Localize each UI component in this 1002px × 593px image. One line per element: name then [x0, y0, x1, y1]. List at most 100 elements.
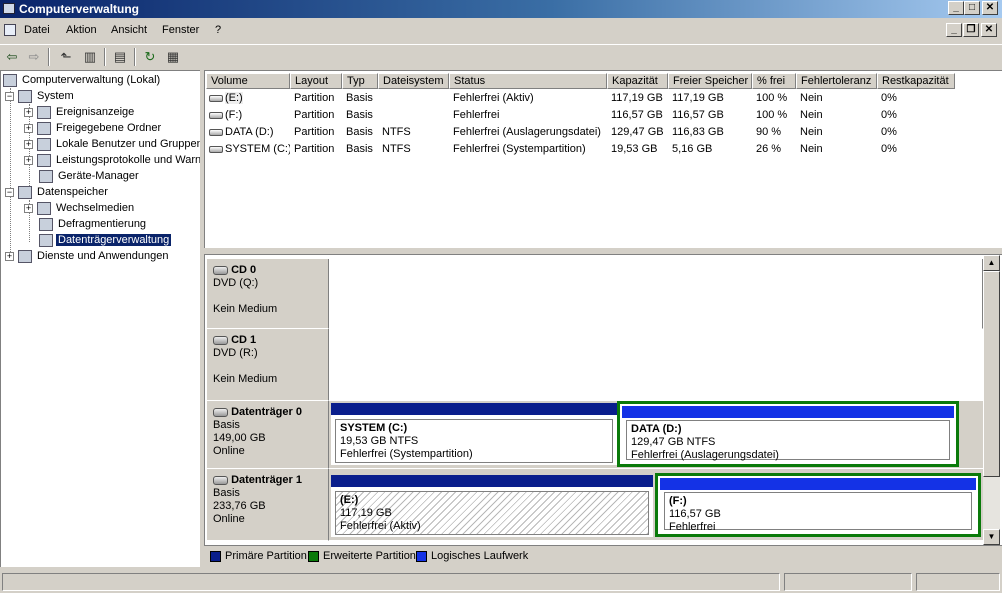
scroll-up-icon[interactable]: ▲ [983, 255, 1000, 271]
tree-item-leistungsprotokolle[interactable]: +Leistungsprotokolle und Warnungen [24, 152, 200, 168]
storage-icon [18, 185, 32, 199]
freier-speicher-cell: 116,83 GB [672, 126, 724, 138]
restkapazitaet-cell: 0% [881, 92, 897, 104]
volume-cell: DATA (D:) [205, 124, 290, 140]
freier-speicher-cell: 116,57 GB [672, 109, 724, 121]
scroll-thumb[interactable] [983, 271, 1000, 477]
forward-icon[interactable]: ⇨ [24, 47, 44, 67]
partition-e[interactable]: (E:) 117,19 GB Fehlerfrei (Aktiv) [331, 475, 653, 537]
expand-icon[interactable]: + [24, 123, 33, 133]
expand-icon[interactable]: + [24, 139, 33, 149]
tree-item-freigegebene-ordner[interactable]: + Freigegebene Ordner [24, 120, 163, 136]
disk-graphical-view: CD 0 DVD (Q:) Kein Medium CD 1 DVD (R:) … [204, 254, 1002, 567]
computer-management-icon [3, 73, 17, 87]
disk-area-disk0: SYSTEM (C:) 19,53 GB NTFS Fehlerfrei (Sy… [329, 401, 983, 469]
volume-name: SYSTEM (C:) [225, 143, 290, 155]
column-header-kapazitaet[interactable]: Kapazität [607, 73, 668, 89]
fehlertoleranz-cell: Nein [800, 92, 823, 104]
disk-area-cd1[interactable] [329, 329, 983, 401]
menu-datei[interactable]: Datei [24, 24, 50, 36]
disk-status: Online [213, 513, 245, 525]
legend-swatch [416, 550, 427, 562]
disk-label-disk0[interactable]: Datenträger 0 Basis 149,00 GB Online [207, 401, 329, 469]
tree-item-root[interactable]: Computerverwaltung (Lokal) [3, 72, 162, 88]
collapse-icon[interactable]: − [5, 187, 14, 197]
volume-name: (F:) [225, 109, 243, 121]
disk-label-disk1[interactable]: Datenträger 1 Basis 233,76 GB Online [207, 469, 329, 541]
disk-label-cd0[interactable]: CD 0 DVD (Q:) Kein Medium [207, 259, 329, 329]
mmc-document-icon[interactable] [4, 24, 16, 36]
back-icon[interactable]: ⇦ [2, 47, 22, 67]
status-cell: Fehlerfrei [453, 109, 500, 121]
partition-data-d[interactable]: DATA (D:) 129,47 GB NTFS Fehlerfrei (Aus… [622, 406, 954, 462]
maximize-button[interactable]: □ [964, 1, 980, 15]
status-cell: Fehlerfrei (Aktiv) [453, 92, 534, 104]
menu-help[interactable]: ? [215, 24, 221, 36]
kapazitaet-cell: 116,57 GB [611, 109, 663, 121]
table-row[interactable]: (E:) Partition Basis Fehlerfrei (Aktiv) … [205, 90, 995, 106]
expand-icon[interactable]: + [24, 203, 33, 213]
mdi-minimize-button[interactable]: _ [946, 23, 962, 37]
column-header-status[interactable]: Status [449, 73, 607, 89]
shared-folder-icon [37, 121, 51, 135]
tree-item-dienste[interactable]: + Dienste und Anwendungen [5, 248, 171, 264]
table-row[interactable]: (F:) Partition Basis Fehlerfrei 116,57 G… [205, 107, 995, 123]
minimize-button[interactable]: _ [948, 1, 964, 15]
partition-system-c[interactable]: SYSTEM (C:) 19,53 GB NTFS Fehlerfrei (Sy… [331, 403, 617, 465]
partition-status: Fehlerfrei (Systempartition) [340, 448, 473, 460]
disk-type: DVD (R:) [213, 347, 258, 359]
column-header-typ[interactable]: Typ [342, 73, 378, 89]
expand-icon[interactable]: + [24, 107, 33, 117]
mdi-close-button[interactable]: ✕ [981, 23, 997, 37]
tree-item-ereignisanzeige[interactable]: + Ereignisanzeige [24, 104, 136, 120]
extended-partition[interactable]: DATA (D:) 129,47 GB NTFS Fehlerfrei (Aus… [617, 401, 959, 467]
properties-icon[interactable]: ▤ [110, 47, 130, 67]
partition-status: Fehlerfrei (Auslagerungsdatei) [631, 449, 779, 461]
partition-body: DATA (D:) 129,47 GB NTFS Fehlerfrei (Aus… [626, 420, 950, 461]
menu-fenster[interactable]: Fenster [162, 24, 199, 36]
tree-item-datenspeicher[interactable]: − Datenspeicher [5, 184, 110, 200]
column-header-freier-speicher[interactable]: Freier Speicher [668, 73, 752, 89]
refresh-icon[interactable]: ↻ [140, 47, 160, 67]
table-row[interactable]: SYSTEM (C:) Partition Basis NTFS Fehlerf… [205, 141, 995, 157]
partition-f[interactable]: (F:) 116,57 GB Fehlerfrei [660, 478, 976, 533]
volume-cell: (E:) [205, 90, 290, 106]
table-row[interactable]: DATA (D:) Partition Basis NTFS Fehlerfre… [205, 124, 995, 140]
column-header-volume[interactable]: Volume [206, 73, 290, 89]
restkapazitaet-cell: 0% [881, 126, 897, 138]
prozent-frei-cell: 100 % [756, 92, 788, 104]
column-header-fehlertoleranz[interactable]: Fehlertoleranz [796, 73, 877, 89]
column-header-layout[interactable]: Layout [290, 73, 342, 89]
menu-aktion[interactable]: Aktion [66, 24, 97, 36]
hard-disk-icon [213, 475, 228, 485]
column-header-restkapazitaet[interactable]: Restkapazität [877, 73, 955, 89]
vertical-scrollbar[interactable]: ▲ ▼ [983, 255, 1000, 545]
extended-partition[interactable]: (F:) 116,57 GB Fehlerfrei [655, 473, 981, 537]
disk-type: DVD (Q:) [213, 277, 259, 289]
disk-label-cd1[interactable]: CD 1 DVD (R:) Kein Medium [207, 329, 329, 401]
disk-name: CD 0 [231, 264, 257, 276]
expand-icon[interactable]: + [5, 251, 14, 261]
tree-item-geraete-manager[interactable]: Geräte-Manager [39, 168, 141, 184]
tree-item-wechselmedien[interactable]: + Wechselmedien [24, 200, 136, 216]
show-tree-icon[interactable]: ▥ [80, 47, 100, 67]
mdi-restore-button[interactable]: ❐ [963, 23, 979, 37]
collapse-icon[interactable]: − [5, 91, 14, 101]
close-button[interactable]: ✕ [982, 1, 998, 15]
expand-icon[interactable]: + [24, 155, 33, 165]
up-icon[interactable]: ⬑ [56, 47, 76, 67]
tree-item-datentraegerverwaltung[interactable]: Datenträgerverwaltung [39, 232, 172, 248]
tree-item-system[interactable]: − System [5, 88, 76, 104]
disk-area-cd0[interactable] [329, 259, 983, 329]
column-header-dateisystem[interactable]: Dateisystem [378, 73, 449, 89]
tree-item-defragmentierung[interactable]: Defragmentierung [39, 216, 148, 232]
partition-size: 116,57 GB [669, 508, 721, 520]
scroll-down-icon[interactable]: ▼ [983, 529, 1000, 545]
status-cell: Fehlerfrei (Auslagerungsdatei) [453, 126, 601, 138]
export-icon[interactable]: ▦ [163, 47, 183, 67]
logical-drive-bar [660, 478, 976, 490]
menu-ansicht[interactable]: Ansicht [111, 24, 147, 36]
tree-item-lokale-benutzer[interactable]: + Lokale Benutzer und Gruppen [24, 136, 200, 152]
system-tools-icon [18, 89, 32, 103]
column-header-prozent-frei[interactable]: % frei [752, 73, 796, 89]
